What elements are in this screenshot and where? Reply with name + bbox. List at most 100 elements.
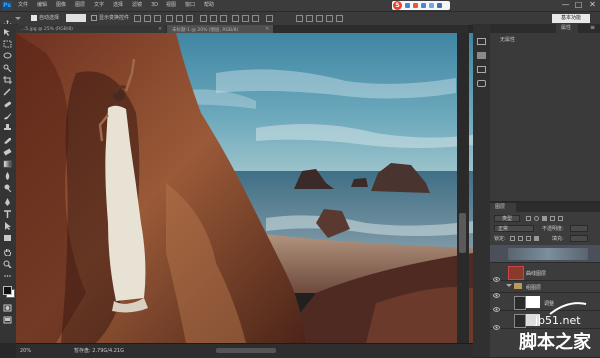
menu-layer[interactable]: 图层 [75, 3, 85, 8]
layer-kind-filter[interactable]: 类型 [494, 215, 520, 222]
auto-select-checkbox[interactable] [31, 15, 37, 21]
path-select-tool-icon[interactable] [3, 222, 12, 230]
filter-adjustment-icon[interactable] [534, 216, 539, 221]
3d-roll-icon[interactable] [306, 15, 313, 22]
menu-window[interactable]: 窗口 [185, 3, 195, 8]
menu-select[interactable]: 选择 [113, 3, 123, 8]
eyedropper-tool-icon[interactable] [3, 88, 12, 96]
ime-tools-icon[interactable] [437, 3, 442, 8]
3d-drag-icon[interactable] [316, 15, 323, 22]
distribute-hcenter-icon[interactable] [242, 15, 249, 22]
screen-mode-icon[interactable] [3, 316, 12, 324]
pen-tool-icon[interactable] [3, 198, 12, 206]
3d-scale-icon[interactable] [336, 15, 343, 22]
ime-keyboard-icon[interactable] [421, 3, 426, 8]
dodge-tool-icon[interactable] [3, 184, 12, 192]
menu-help[interactable]: 帮助 [204, 3, 214, 8]
filter-type-icon[interactable] [542, 216, 547, 221]
actions-panel-icon[interactable] [477, 52, 486, 59]
tab-properties[interactable]: 属性 [556, 24, 578, 33]
layer-row[interactable]: 曲线图层 [490, 263, 600, 282]
menu-edit[interactable]: 编辑 [37, 3, 47, 8]
menu-view[interactable]: 视图 [166, 3, 176, 8]
history-brush-tool-icon[interactable] [3, 136, 12, 144]
close-tab-icon[interactable]: × [265, 26, 269, 32]
adjustments-panel-icon[interactable] [477, 66, 486, 73]
auto-select-target-dropdown[interactable] [66, 14, 86, 22]
document-tab-photo[interactable]: ...5.jpg @ 25% (RGB/8) × [16, 25, 166, 33]
quick-select-tool-icon[interactable] [3, 64, 12, 72]
ime-skin-icon[interactable] [429, 3, 434, 8]
lasso-tool-icon[interactable] [3, 52, 12, 60]
distribute-left-icon[interactable] [232, 15, 239, 22]
blend-mode-dropdown[interactable]: 正常 [494, 225, 534, 232]
menu-3d[interactable]: 3D [151, 3, 158, 8]
layer-group-row[interactable]: 组图层 [490, 281, 600, 298]
eraser-tool-icon[interactable] [3, 148, 12, 156]
foreground-color-swatch[interactable] [3, 286, 12, 295]
align-right-icon[interactable] [186, 15, 193, 22]
hand-tool-icon[interactable] [3, 248, 12, 256]
visibility-eye-icon[interactable] [493, 316, 500, 330]
sogou-ime-icon[interactable]: S [393, 1, 402, 10]
filter-shape-icon[interactable] [550, 216, 555, 221]
tab-layers[interactable]: 图层 [490, 203, 516, 212]
visibility-eye-icon[interactable] [493, 268, 500, 282]
blur-tool-icon[interactable] [3, 172, 12, 180]
menu-filter[interactable]: 滤镜 [132, 3, 142, 8]
ime-toolbar[interactable]: S [392, 1, 450, 10]
close-tab-icon[interactable]: × [158, 26, 162, 32]
brush-tool-icon[interactable] [3, 112, 12, 120]
lock-all-icon[interactable] [534, 236, 539, 241]
filter-smart-icon[interactable] [558, 216, 563, 221]
visibility-eye-icon[interactable] [493, 284, 500, 298]
zoom-level[interactable]: 20% [20, 349, 31, 354]
distribute-top-icon[interactable] [200, 15, 207, 22]
distribute-right-icon[interactable] [252, 15, 259, 22]
healing-brush-tool-icon[interactable] [3, 100, 12, 108]
show-transform-checkbox[interactable] [91, 15, 97, 21]
minimize-button[interactable]: — [559, 0, 572, 10]
more-tools-icon[interactable] [3, 272, 12, 280]
group-expand-chevron-icon[interactable] [506, 284, 512, 287]
brush-panel-icon[interactable] [477, 80, 486, 87]
align-bottom-icon[interactable] [154, 15, 161, 22]
align-top-icon[interactable] [134, 15, 141, 22]
scrollbar-thumb[interactable] [459, 213, 466, 253]
lock-position-icon[interactable] [526, 236, 531, 241]
ime-punctuation-icon[interactable] [413, 3, 418, 8]
menu-image[interactable]: 图像 [56, 3, 66, 8]
fill-field[interactable] [570, 235, 588, 242]
gradient-tool-icon[interactable] [3, 160, 12, 168]
menu-file[interactable]: 文件 [18, 3, 28, 8]
visibility-eye-icon[interactable] [493, 298, 500, 312]
document-size-info[interactable]: 暂存盘: 2.79G/4.21G [74, 349, 124, 354]
align-left-icon[interactable] [166, 15, 173, 22]
ime-mode-icon[interactable] [405, 3, 410, 8]
history-panel-icon[interactable] [477, 38, 486, 45]
lock-transparency-icon[interactable] [510, 236, 515, 241]
3d-slide-icon[interactable] [326, 15, 333, 22]
align-hcenter-icon[interactable] [176, 15, 183, 22]
panel-menu-icon[interactable]: ≡ [590, 25, 595, 31]
align-vcenter-icon[interactable] [144, 15, 151, 22]
marquee-tool-icon[interactable] [3, 40, 12, 48]
distribute-vcenter-icon[interactable] [210, 15, 217, 22]
move-tool-icon[interactable] [3, 14, 12, 29]
lock-pixels-icon[interactable] [518, 236, 523, 241]
zoom-tool-icon[interactable] [3, 260, 12, 268]
menu-type[interactable]: 文字 [94, 3, 104, 8]
canvas-horizontal-scrollbar[interactable] [216, 348, 276, 353]
layer-row[interactable] [490, 245, 600, 263]
3d-rotate-icon[interactable] [296, 15, 303, 22]
close-button[interactable]: ✕ [586, 0, 599, 10]
filter-pixel-icon[interactable] [526, 216, 531, 221]
document-canvas[interactable] [16, 33, 473, 343]
document-tab-untitled[interactable]: 未标题-1 @ 20% (图层, RGB/8) × [167, 25, 273, 33]
clone-stamp-tool-icon[interactable] [3, 124, 12, 132]
distribute-bottom-icon[interactable] [220, 15, 227, 22]
quick-mask-icon[interactable] [3, 304, 12, 312]
move-tool-icon[interactable] [3, 28, 12, 36]
tool-preset-chevron-icon[interactable] [15, 17, 21, 20]
auto-align-icon[interactable] [266, 15, 273, 22]
